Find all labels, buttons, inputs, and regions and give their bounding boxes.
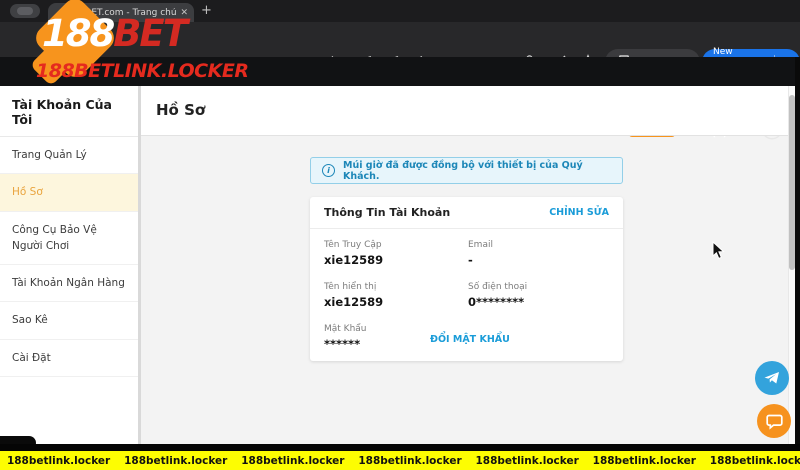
watermark-tagline: 188BETLINK.LOCKER	[36, 60, 248, 82]
field-value: ******	[324, 337, 404, 351]
watermark-footer-text: 188betlink.locker	[710, 455, 800, 467]
watermark-logo-word: BET	[113, 12, 186, 55]
info-icon: i	[322, 164, 335, 177]
telegram-button[interactable]	[755, 361, 789, 395]
field-value: 0********	[468, 295, 527, 309]
watermark-logo: 188BET	[42, 12, 186, 56]
telegram-icon	[763, 369, 781, 387]
field-phone: Số điện thoại 0********	[468, 282, 527, 309]
edit-link[interactable]: CHỈNH SỬA	[549, 207, 609, 218]
window-controls-icon	[17, 7, 33, 15]
watermark-footer-bar: 188betlink.locker 188betlink.locker 188b…	[0, 451, 800, 470]
sidebar-title: Tài Khoản Của Tôi	[0, 86, 138, 137]
sidebar-item-trang-quan-ly[interactable]: Trang Quản Lý	[0, 137, 138, 174]
sidebar-item-ho-so[interactable]: Hồ Sơ	[0, 174, 138, 211]
watermark-footer-text: 188betlink.locker	[7, 455, 110, 467]
new-tab-button[interactable]: +	[201, 4, 212, 18]
field-value: xie12589	[324, 295, 468, 309]
sidebar-scrollbar[interactable]	[138, 86, 141, 444]
watermark-footer-text: 188betlink.locker	[593, 455, 696, 467]
sidebar-item-cai-dat[interactable]: Cài Đặt	[0, 340, 138, 377]
watermark-footer-text: 188betlink.locker	[476, 455, 579, 467]
chat-icon	[766, 413, 783, 430]
sidebar-item-cong-cu-bao-ve[interactable]: Công Cụ Bảo Vệ Người Chơi	[0, 212, 138, 266]
field-email: Email -	[468, 240, 493, 267]
field-password: Mật Khẩu ******	[324, 324, 404, 351]
window-controls[interactable]	[10, 4, 40, 18]
card-title: Thông Tin Tài Khoản	[324, 206, 450, 219]
chat-button[interactable]	[757, 404, 791, 438]
account-sidebar: Tài Khoản Của Tôi Trang Quản Lý Hồ Sơ Cô…	[0, 86, 138, 444]
field-value: xie12589	[324, 253, 468, 267]
sidebar-item-sao-ke[interactable]: Sao Kê	[0, 302, 138, 339]
mouse-cursor	[712, 241, 725, 264]
field-label: Email	[468, 240, 493, 250]
watermark-footer-text: 188betlink.locker	[124, 455, 227, 467]
page-title: Hồ Sơ	[156, 101, 205, 119]
right-edge-strip	[795, 57, 800, 451]
account-info-card: Thông Tin Tài Khoản CHỈNH SỬA Tên Truy C…	[310, 197, 623, 361]
timezone-notice: i Múi giờ đã được đồng bộ với thiết bị c…	[310, 157, 623, 184]
watermark-footer-text: 188betlink.locker	[241, 455, 344, 467]
field-username: Tên Truy Cập xie12589	[324, 240, 468, 267]
browser-window: 188BET.com - Trang chủ chín ✕ + ← my-acc…	[0, 0, 800, 470]
field-display-name: Tên hiển thị xie12589	[324, 282, 468, 309]
sidebar-item-tai-khoan-ngan-hang[interactable]: Tài Khoản Ngân Hàng	[0, 265, 138, 302]
change-password-link[interactable]: ĐỔI MẬT KHẨU	[430, 334, 510, 351]
footer-top-border	[0, 444, 800, 451]
watermark-logo-number: 188	[42, 12, 113, 55]
field-value: -	[468, 253, 493, 267]
page-header-band	[141, 86, 788, 136]
field-label: Số điện thoại	[468, 282, 527, 292]
field-label: Tên hiển thị	[324, 282, 468, 292]
watermark-footer-text: 188betlink.locker	[358, 455, 461, 467]
field-label: Tên Truy Cập	[324, 240, 468, 250]
field-label: Mật Khẩu	[324, 324, 404, 334]
notice-text: Múi giờ đã được đồng bộ với thiết bị của…	[343, 160, 611, 182]
